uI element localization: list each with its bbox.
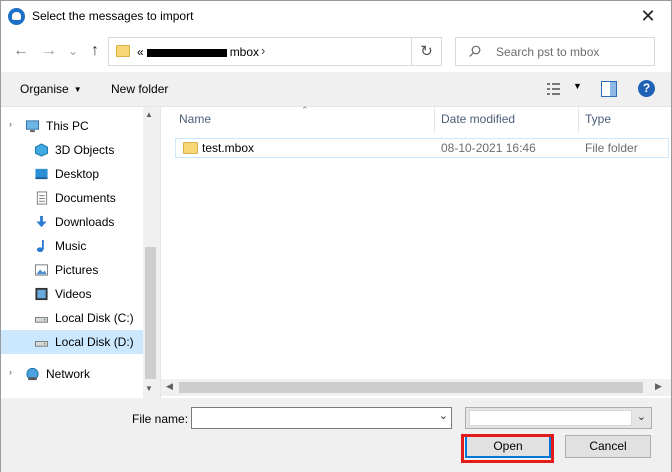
redacted-path [146,48,227,57]
sidebar-item-network[interactable]: › Network [1,362,143,386]
search-placeholder: Search pst to mbox [496,45,600,59]
sidebar-item-label: Documents [55,191,116,205]
toolbar: Organise ▼ New folder ▼ ? [1,72,671,106]
sidebar-item-local-disk-c[interactable]: Local Disk (C:) [1,306,143,330]
column-name-label: Name [179,112,212,126]
close-button[interactable]: ✕ [635,4,661,28]
horizontal-scrollbar[interactable]: ◀ ▶ [161,379,671,396]
title-bar: Select the messages to import ✕ [1,1,671,32]
network-icon [26,367,39,381]
type-cell: File folder [585,141,638,155]
nav-scrollbar[interactable]: ▲ ▼ [143,107,158,399]
sidebar-item-label: Desktop [55,167,100,181]
file-open-dialog: Select the messages to import ✕ ← → ⌄ ↑ … [0,0,672,472]
sidebar-item-documents[interactable]: Documents [1,186,143,210]
dialog-title: Select the messages to import [32,9,194,23]
caret-down-icon: ▼ [73,85,82,94]
drive-icon [34,341,49,347]
sidebar-item-pictures[interactable]: Pictures [1,258,143,282]
forward-arrow-icon[interactable]: → [39,41,59,61]
file-type-select[interactable]: ⌄ [465,407,652,429]
sidebar-item-label: Music [55,239,87,253]
change-view-icon[interactable] [546,81,562,97]
horizontal-scroll-thumb[interactable] [179,382,643,393]
videos-icon [35,287,48,301]
scroll-up-icon[interactable]: ▲ [145,110,153,119]
file-list-pane: Name ⌃ Date modified Type test.mbox 08-1… [160,105,672,398]
address-bar[interactable]: « mbox › [108,37,412,66]
search-icon [469,45,481,57]
sidebar-item-local-disk-d[interactable]: Local Disk (D:) [1,330,143,354]
sort-ascending-icon: ⌃ [301,105,309,115]
music-icon [36,239,44,253]
sidebar-item-label: 3D Objects [55,143,115,157]
folder-icon [183,142,198,154]
folder-icon [116,45,130,57]
sidebar-item-label: Local Disk (C:) [55,311,134,325]
downloads-icon [36,215,47,228]
pictures-icon [34,264,49,276]
column-type-label: Type [585,112,612,126]
open-button-highlight [461,434,554,463]
navigation-pane: › This PC 3D Objects Desktop Documents Downlo… [1,106,158,399]
organise-label: Organise [20,82,69,96]
refresh-button[interactable]: ↻ [412,37,442,66]
address-row: ← → ⌄ ↑ « mbox › ↻ Search pst to mbox [1,32,671,72]
scroll-down-icon[interactable]: ▼ [145,384,153,393]
documents-icon [36,191,48,205]
file-type-value [469,410,632,426]
address-path-end[interactable]: mbox [230,45,259,59]
dialog-footer: File name: ⌄ ⌄ Open Cancel [1,398,671,472]
address-path: « mbox [137,45,259,59]
file-name-cell: test.mbox [202,141,255,155]
date-modified-cell: 08-10-2021 16:46 [441,141,536,155]
nav-scroll-thumb[interactable] [145,247,156,379]
sidebar-item-label: Downloads [55,215,115,229]
scroll-right-icon[interactable]: ▶ [655,381,662,392]
organise-menu[interactable]: Organise ▼ [20,82,82,96]
expand-chevron-icon[interactable]: › [9,367,12,377]
search-input[interactable]: Search pst to mbox [455,37,655,66]
column-header-date[interactable]: Date modified [435,107,579,133]
sidebar-item-label: Pictures [55,263,99,277]
cancel-button[interactable]: Cancel [565,435,651,458]
new-folder-button[interactable]: New folder [111,82,168,96]
sidebar-item-desktop[interactable]: Desktop [1,162,143,186]
help-icon[interactable]: ? [638,80,655,97]
sidebar-item-music[interactable]: Music [1,234,143,258]
sidebar-item-videos[interactable]: Videos [1,282,143,306]
view-dropdown-icon[interactable]: ▼ [573,81,582,91]
recent-locations-icon[interactable]: ⌄ [63,41,83,61]
3d-objects-icon [34,143,49,157]
sidebar-item-label: Network [46,367,91,381]
drive-icon [34,317,49,323]
scroll-left-icon[interactable]: ◀ [166,381,173,392]
up-folder-icon[interactable]: ↑ [85,41,105,61]
sidebar-item-this-pc[interactable]: › This PC [1,114,143,138]
table-row[interactable]: test.mbox 08-10-2021 16:46 File folder [175,138,669,158]
computer-icon [25,120,40,133]
desktop-icon [35,168,48,180]
expand-chevron-icon[interactable]: › [9,119,12,129]
preview-pane-icon[interactable] [601,81,617,97]
column-header-name[interactable]: Name ⌃ [161,105,435,133]
address-overflow-icon[interactable]: « [137,45,144,59]
chevron-down-icon[interactable]: ⌄ [637,410,646,423]
sidebar-item-label: This PC [46,119,89,133]
chevron-right-icon[interactable]: › [261,43,265,58]
back-arrow-icon[interactable]: ← [11,41,31,61]
chevron-down-icon[interactable]: ⌄ [439,409,448,422]
column-header-type[interactable]: Type [579,107,672,133]
sidebar-item-3d-objects[interactable]: 3D Objects [1,138,143,162]
sidebar-item-label: Local Disk (D:) [55,335,134,349]
column-date-label: Date modified [441,112,516,126]
file-name-input[interactable]: ⌄ [191,407,452,429]
file-name-label: File name: [132,412,189,426]
sidebar-item-label: Videos [55,287,92,301]
sidebar-item-downloads[interactable]: Downloads [1,210,143,234]
app-icon [8,8,25,25]
